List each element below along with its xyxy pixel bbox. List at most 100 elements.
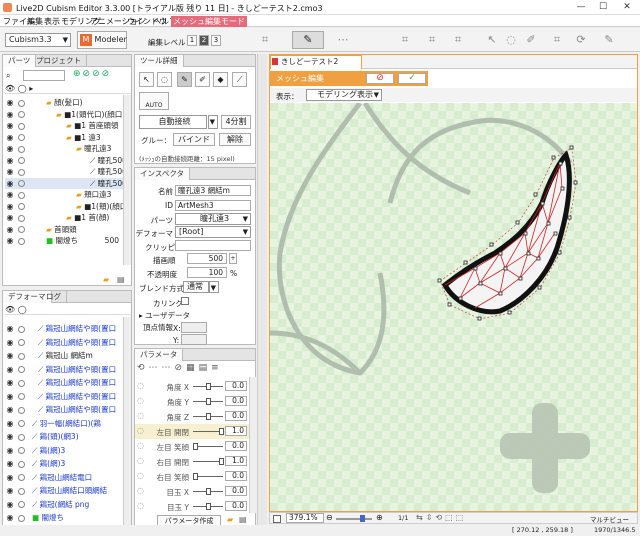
- parts-row[interactable]: ◉ ▰ ■1(頭代口)(顔口): [5, 109, 126, 121]
- visibility-icon[interactable]: ◉: [5, 120, 15, 131]
- menu-view[interactable]: 表示: [44, 16, 60, 27]
- connect-tool-icon[interactable]: ⟋: [232, 72, 247, 87]
- lock-icon[interactable]: [18, 514, 25, 522]
- edit-level-2[interactable]: 2: [199, 35, 209, 46]
- lock-icon[interactable]: [18, 460, 25, 468]
- parameter-value[interactable]: 0.0: [225, 411, 247, 421]
- lock-icon[interactable]: [18, 214, 25, 222]
- warp-icon[interactable]: ⌗: [451, 33, 465, 47]
- grid-view-icon[interactable]: ▦: [186, 363, 199, 373]
- lock-icon[interactable]: [18, 134, 25, 141]
- visibility-icon[interactable]: ◉: [5, 337, 15, 348]
- lock-icon[interactable]: [18, 180, 25, 187]
- parameter-value[interactable]: 0.0: [225, 396, 247, 406]
- pin-icon[interactable]: ✎: [602, 33, 616, 47]
- lock-icon[interactable]: [18, 339, 25, 346]
- lock-icon[interactable]: [18, 352, 25, 360]
- eraser-tool-icon[interactable]: ◆: [213, 72, 228, 87]
- parts-row[interactable]: ◉ ▰ 顔(髪口): [5, 97, 123, 109]
- parameter-slider[interactable]: [193, 473, 223, 480]
- deformer-row[interactable]: ◉ ⟋ 鶏(網)3: [5, 445, 123, 459]
- parts-row[interactable]: ◉ ■ 闇燈ち 500: [5, 235, 123, 247]
- visibility-icon[interactable]: ◉: [5, 431, 15, 442]
- auto-tool-button[interactable]: AUTO: [139, 92, 169, 110]
- visibility-icon[interactable]: ◉: [5, 143, 15, 154]
- parts-filter-icons[interactable]: ⊕⊘⊘⊘: [73, 69, 111, 79]
- cancel-edit-button[interactable]: ⊘: [366, 73, 394, 84]
- remove-key-icon[interactable]: ⊘: [175, 363, 187, 373]
- modeler-button[interactable]: M Modeler: [77, 31, 127, 49]
- deformer-row[interactable]: ◉ ■ 闇燈ち: [5, 512, 123, 526]
- zoom-slider[interactable]: [336, 515, 372, 522]
- parts-row[interactable]: ◉ ▰ ■1 首座頭領: [5, 120, 123, 132]
- parameter-value[interactable]: 0.0: [225, 381, 247, 391]
- deformer-eye-header-icon[interactable]: 👁: [5, 305, 15, 314]
- view-tools-icons[interactable]: ⇆⇳⟲⬚⬚: [416, 513, 466, 522]
- search-icon[interactable]: ⌕: [6, 71, 16, 81]
- visibility-icon[interactable]: ◉: [5, 189, 15, 200]
- lock-icon[interactable]: [18, 99, 25, 107]
- parameter-slider[interactable]: [193, 398, 223, 405]
- visibility-icon[interactable]: ◉: [5, 512, 15, 523]
- deformer-scrollbar[interactable]: [123, 317, 131, 527]
- parts-row[interactable]: ◉ ▰ ■1 遠3: [5, 132, 123, 144]
- parameter-slider-knob[interactable]: [206, 383, 211, 390]
- culling-checkbox[interactable]: [181, 297, 189, 305]
- lock-header-icon[interactable]: ◯: [18, 84, 27, 93]
- delete-part-icon[interactable]: ▤: [117, 275, 125, 284]
- parameter-value[interactable]: 0.0: [225, 486, 247, 496]
- glue-icon[interactable]: ⌗: [398, 33, 412, 47]
- lock-icon[interactable]: [18, 226, 25, 233]
- part-select[interactable]: 瞳孔遠3 ▼: [175, 213, 251, 225]
- parameter-slider-knob[interactable]: [219, 428, 224, 435]
- add-key-icon[interactable]: ⋯: [162, 363, 175, 373]
- lock-icon[interactable]: [18, 111, 25, 118]
- grid-icon[interactable]: ⌗: [258, 33, 272, 47]
- menu-edit[interactable]: 編集: [27, 16, 43, 27]
- visibility-icon[interactable]: ◉: [5, 377, 15, 388]
- visibility-icon[interactable]: ◉: [5, 235, 15, 246]
- vertex-y-field[interactable]: [181, 334, 207, 345]
- parameter-slider[interactable]: [193, 413, 223, 420]
- mesh-edit-tool-button[interactable]: ✎: [292, 31, 324, 49]
- transform-icon[interactable]: ⌗: [550, 33, 564, 47]
- deformer-row[interactable]: ◉ ⟋ 鶏冠山網結口頭網結: [5, 485, 123, 499]
- list-view-icon[interactable]: ▤: [199, 363, 212, 373]
- param-link-icon[interactable]: ◌: [137, 501, 144, 510]
- visibility-icon[interactable]: ◉: [5, 212, 15, 223]
- deformer-row[interactable]: ◉ ⟋ 鶏冠山 網結m: [5, 350, 123, 364]
- draw-order-field[interactable]: 500: [187, 253, 227, 264]
- edit-level-1[interactable]: 1: [187, 35, 197, 46]
- lock-icon[interactable]: [18, 379, 25, 387]
- deformer-row[interactable]: ◉ ⟋ 鶏冠山網結や頭(置口: [5, 364, 123, 378]
- parts-filter-input[interactable]: [23, 70, 65, 81]
- close-button[interactable]: ✕: [620, 2, 634, 13]
- parameter-value[interactable]: 1.0: [225, 456, 247, 466]
- unbind-button[interactable]: 解除: [219, 133, 251, 146]
- auto-mesh-icon[interactable]: ⋯: [336, 33, 350, 47]
- parameter-row[interactable]: ◌ 角度 X 0.0: [135, 379, 249, 394]
- lock-icon[interactable]: [18, 168, 25, 176]
- lock-icon[interactable]: [18, 191, 25, 199]
- param-link-icon[interactable]: ◌: [137, 471, 144, 480]
- parameter-value[interactable]: 0.0: [225, 441, 247, 451]
- parameter-slider[interactable]: [193, 503, 223, 510]
- document-tab[interactable]: きしどーテスト2: [270, 55, 362, 69]
- auto-connect-dropdown[interactable]: ▼: [208, 115, 218, 129]
- lock-icon[interactable]: [18, 487, 25, 495]
- deformer-select[interactable]: [Root] ▼: [175, 226, 251, 238]
- visibility-icon[interactable]: ◉: [5, 458, 15, 469]
- deformer-row[interactable]: ◉ ⟋ 鶏冠山網結電口: [5, 472, 123, 486]
- keyform-icon[interactable]: ⋯: [149, 363, 162, 373]
- brush-icon[interactable]: ✐: [524, 33, 538, 47]
- parameter-row[interactable]: ◌ 左目 開閉 1.0: [135, 424, 249, 439]
- visibility-icon[interactable]: ◉: [5, 166, 15, 177]
- visibility-icon[interactable]: ◉: [5, 178, 15, 189]
- deformer-row[interactable]: ◉ ⟋ 鶏(網)3: [5, 458, 123, 472]
- param-link-icon[interactable]: ◌: [137, 456, 144, 465]
- visibility-icon[interactable]: ◉: [5, 97, 15, 108]
- lasso-icon[interactable]: ◌: [504, 33, 518, 47]
- deformer-row[interactable]: ◉ ⟋ 鶏(頭)(網3): [5, 431, 123, 445]
- id-field[interactable]: ArtMesh3: [175, 200, 251, 211]
- parameter-scrollbar[interactable]: [249, 377, 256, 513]
